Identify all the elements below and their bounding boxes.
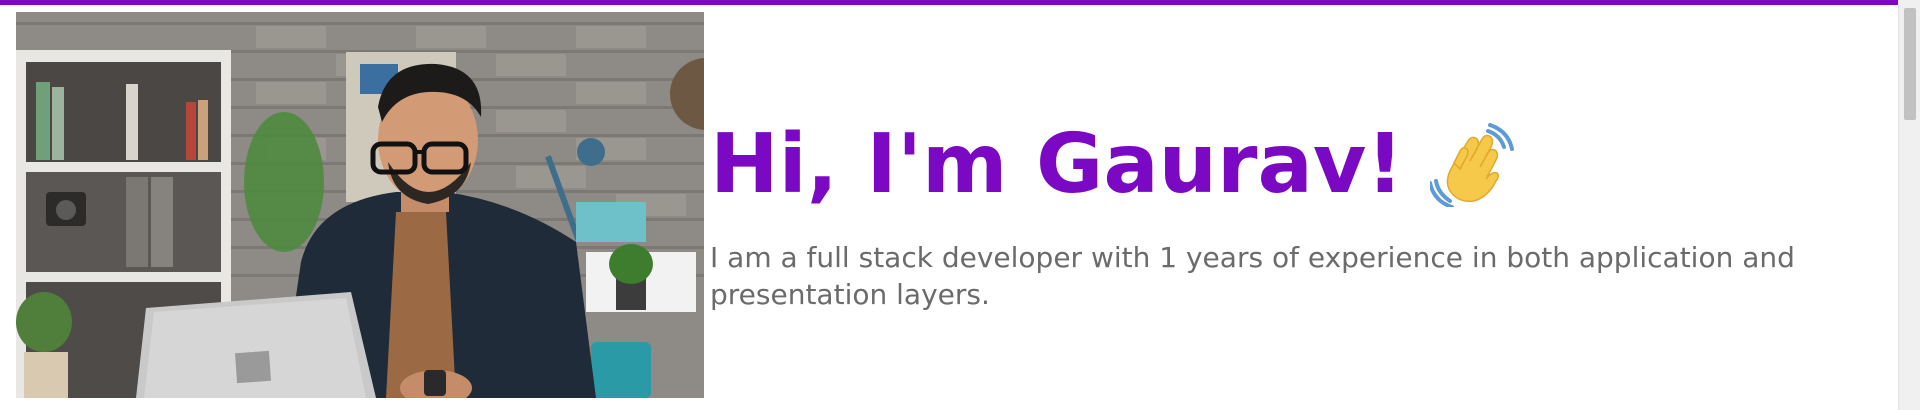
hero-title: Hi, I'm Gaurav! <box>710 115 1870 215</box>
hero-photo <box>16 12 704 398</box>
page-scrollbar[interactable] <box>1898 0 1920 410</box>
top-accent-bar <box>0 0 1898 5</box>
page: Hi, I'm Gaurav! I am a full stack develo… <box>0 0 1920 410</box>
hero-subtitle: I am a full stack developer with 1 years… <box>710 241 1795 311</box>
hero-title-text: Hi, I'm Gaurav! <box>710 117 1404 212</box>
hero-text: Hi, I'm Gaurav! I am a full stack develo… <box>710 115 1870 313</box>
scrollbar-thumb[interactable] <box>1904 8 1916 120</box>
waving-hand-icon <box>1427 123 1514 209</box>
